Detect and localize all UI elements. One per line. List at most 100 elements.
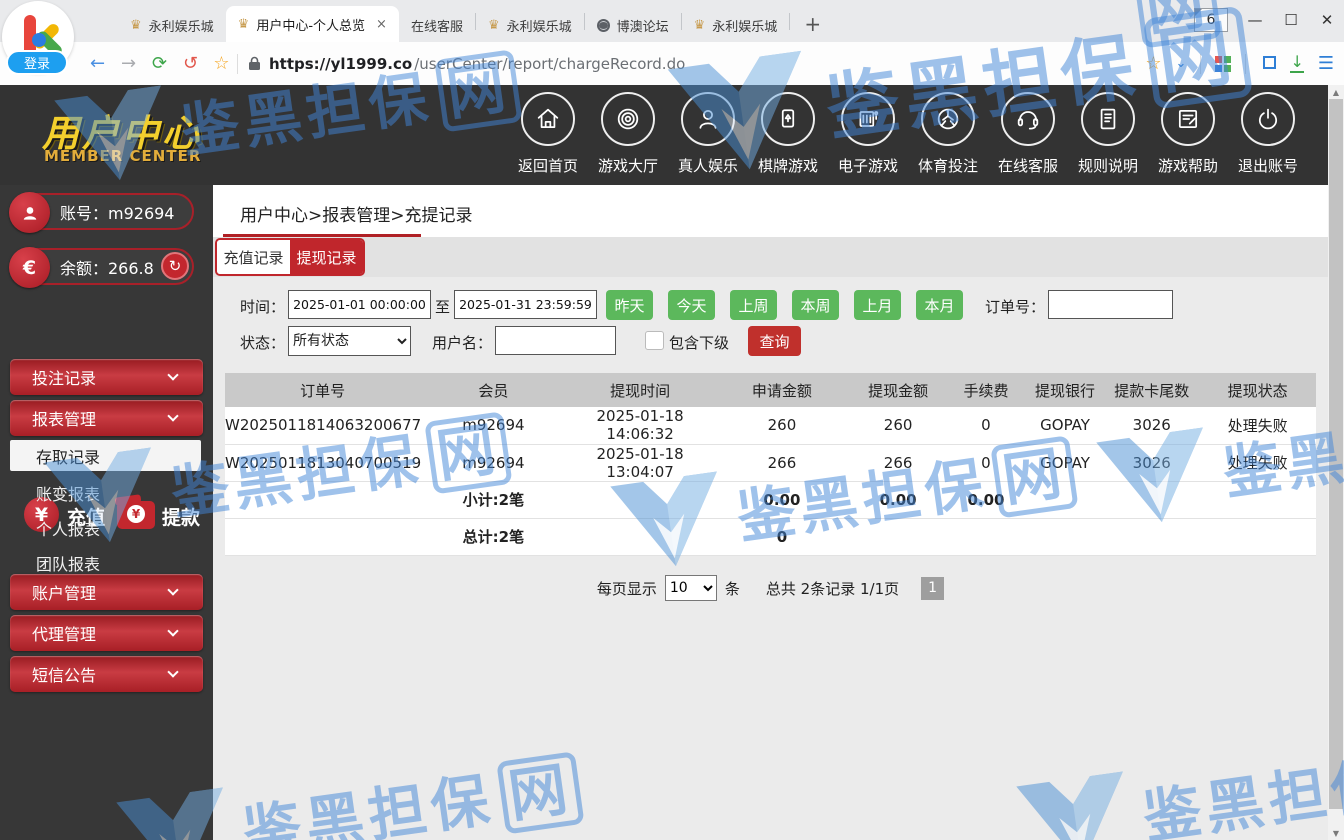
quick-last-week-button[interactable]: 上周 [730,290,777,320]
chevron-down-icon[interactable]: ⌄ [1176,56,1187,71]
sidebar-subitem-deposit-withdraw-records[interactable]: 存取记录 [10,440,201,471]
sidebar-item-bet-records[interactable]: 投注记录 [10,359,203,395]
query-button[interactable]: 查询 [748,326,801,356]
reload-icon[interactable]: ⟳ [144,53,175,74]
help-icon [1174,105,1202,133]
scroll-up-icon[interactable]: ▲ [1328,85,1344,99]
table-row: W2025011813040700519 m92694 2025-01-18 1… [225,444,1316,481]
tab-recharge-records[interactable]: 充值记录 [217,240,290,274]
bookmark-star-icon[interactable]: ☆ [206,53,237,74]
nav-item-service[interactable]: 在线客服 [988,92,1068,176]
screenshot-icon[interactable] [1260,56,1276,72]
account-pill: 账号：m92694 [10,193,194,230]
card-games-icon [774,105,802,133]
window-close-button[interactable]: ✕ [1318,11,1336,29]
browser-tab[interactable]: ♛ 永利娱乐城 [476,8,584,42]
browser-tab[interactable]: 在线客服 [399,8,475,42]
nav-item-card-games[interactable]: 棋牌游戏 [748,92,828,176]
withdraw-icon[interactable] [117,501,155,529]
sidebar-item-account-management[interactable]: 账户管理 [10,574,203,610]
tab-label: 永利娱乐城 [507,16,572,35]
account-label: 账号：m92694 [60,200,175,224]
nav-item-rules[interactable]: 规则说明 [1068,92,1148,176]
chevron-down-icon [167,584,178,595]
forward-icon[interactable]: → [113,53,144,74]
quick-today-button[interactable]: 今天 [668,290,715,320]
window-minimize-button[interactable]: — [1246,11,1264,29]
nav-item-game-hall[interactable]: 游戏大厅 [588,92,668,176]
quick-last-month-button[interactable]: 上月 [854,290,901,320]
sidebar-item-sms-notice[interactable]: 短信公告 [10,656,203,692]
per-page-select[interactable]: 10 [665,575,717,601]
toolbar-separator [1200,54,1201,74]
browser-tab-bar: ♛ 永利娱乐城 ♛ 用户中心-个人总览 × 在线客服 ♛ 永利娱乐城 博澳论坛 … [0,0,1344,42]
site-logo-subtitle: MEMBER CENTER [44,147,201,165]
nav-item-home[interactable]: 返回首页 [508,92,588,176]
to-label: 至 [435,296,450,317]
nav-item-live-casino[interactable]: 真人娱乐 [668,92,748,176]
browser-tab[interactable]: 博澳论坛 [585,8,681,42]
quick-this-week-button[interactable]: 本周 [792,290,839,320]
tab-withdraw-records[interactable]: 提现记录 [290,240,363,274]
tab-count-badge[interactable]: 6 [1194,8,1228,32]
date-to-input[interactable] [454,290,597,319]
time-label: 时间： [240,296,285,317]
quick-yesterday-button[interactable]: 昨天 [606,290,653,320]
table-header-row: 订单号 会员 提现时间 申请金额 提现金额 手续费 提现银行 提款卡尾数 提现状… [225,373,1316,407]
nav-item-sports[interactable]: 体育投注 [908,92,988,176]
page-scrollbar[interactable]: ▲ ▼ [1328,85,1344,840]
back-icon[interactable]: ← [82,53,113,74]
browser-tab[interactable]: ♛ 永利娱乐城 [118,8,226,42]
sidebar-subitem-account-change-report[interactable]: 账变报表 [36,481,100,505]
chevron-down-icon [167,666,178,677]
new-tab-button[interactable]: + [790,12,835,42]
withdraw-button[interactable]: 提款 [162,503,200,530]
logout-icon [1254,105,1282,133]
sidebar-item-agent-management[interactable]: 代理管理 [10,615,203,651]
browser-login-button[interactable]: 登录 [6,50,68,75]
unit-label: 条 [725,578,740,599]
site-nav: 返回首页 游戏大厅 真人娱乐 棋牌游戏 电子游戏 体育投注 在线客服 规则说明 [508,92,1308,176]
per-page-label: 每页显示 [597,578,657,599]
apps-grid-icon[interactable] [1215,56,1231,72]
service-icon [1014,105,1042,133]
site-header: 用户中心 MEMBER CENTER 返回首页 游戏大厅 真人娱乐 棋牌游戏 电… [0,85,1328,185]
nav-item-help[interactable]: 游戏帮助 [1148,92,1228,176]
chevron-down-icon [167,369,178,380]
username-input[interactable] [495,326,616,355]
tab-label: 博澳论坛 [617,16,669,35]
nav-item-slots[interactable]: 电子游戏 [828,92,908,176]
download-icon[interactable]: ↓ [1290,54,1303,73]
include-sub-checkbox[interactable] [645,331,664,350]
sidebar-subitem-personal-report[interactable]: 个人报表 [36,516,100,540]
quick-this-month-button[interactable]: 本月 [916,290,963,320]
pagination: 每页显示 10 条 总共 2条记录 1/1页 1 [213,575,1328,601]
sidebar: 账号：m92694 € 余额：266.8 ↻ ¥ 充值 提款 投注记录 报表管理… [0,185,213,840]
undo-icon[interactable]: ↺ [175,53,206,74]
browser-tab-active[interactable]: ♛ 用户中心-个人总览 × [226,6,399,42]
breadcrumb: 用户中心>报表管理>充提记录 [240,201,473,226]
menu-icon[interactable]: ☰ [1318,53,1334,74]
nav-item-logout[interactable]: 退出账号 [1228,92,1308,176]
order-no-input[interactable] [1048,290,1173,319]
live-casino-icon [694,105,722,133]
scroll-down-icon[interactable]: ▼ [1328,826,1344,840]
address-bar[interactable]: https://yl1999.co/userCenter/report/char… [248,55,1145,73]
status-label: 状态： [240,332,285,353]
sidebar-item-report-management[interactable]: 报表管理 [10,400,203,436]
page-number-button[interactable]: 1 [921,577,944,600]
scrollbar-thumb[interactable] [1329,99,1343,809]
status-select[interactable]: 所有状态 [288,326,411,356]
tab-label: 用户中心-个人总览 [256,15,365,34]
date-from-input[interactable] [288,290,431,319]
favorite-star-icon[interactable]: ☆ [1145,53,1161,74]
browser-tab[interactable]: ♛ 永利娱乐城 [682,8,790,42]
refresh-balance-icon[interactable]: ↻ [161,252,189,280]
sidebar-subitem-team-report[interactable]: 团队报表 [36,551,100,575]
records-summary: 总共 2条记录 1/1页 [766,578,899,599]
tab-close-icon[interactable]: × [376,17,387,32]
home-icon [534,105,562,133]
window-maximize-button[interactable]: ☐ [1282,11,1300,29]
filter-panel: 时间： 至 昨天 今天 上周 本周 上月 本月 订单号： 状态： 所有状态 用户… [213,277,1328,365]
total-row: 总计:2笔 0 [225,518,1316,555]
